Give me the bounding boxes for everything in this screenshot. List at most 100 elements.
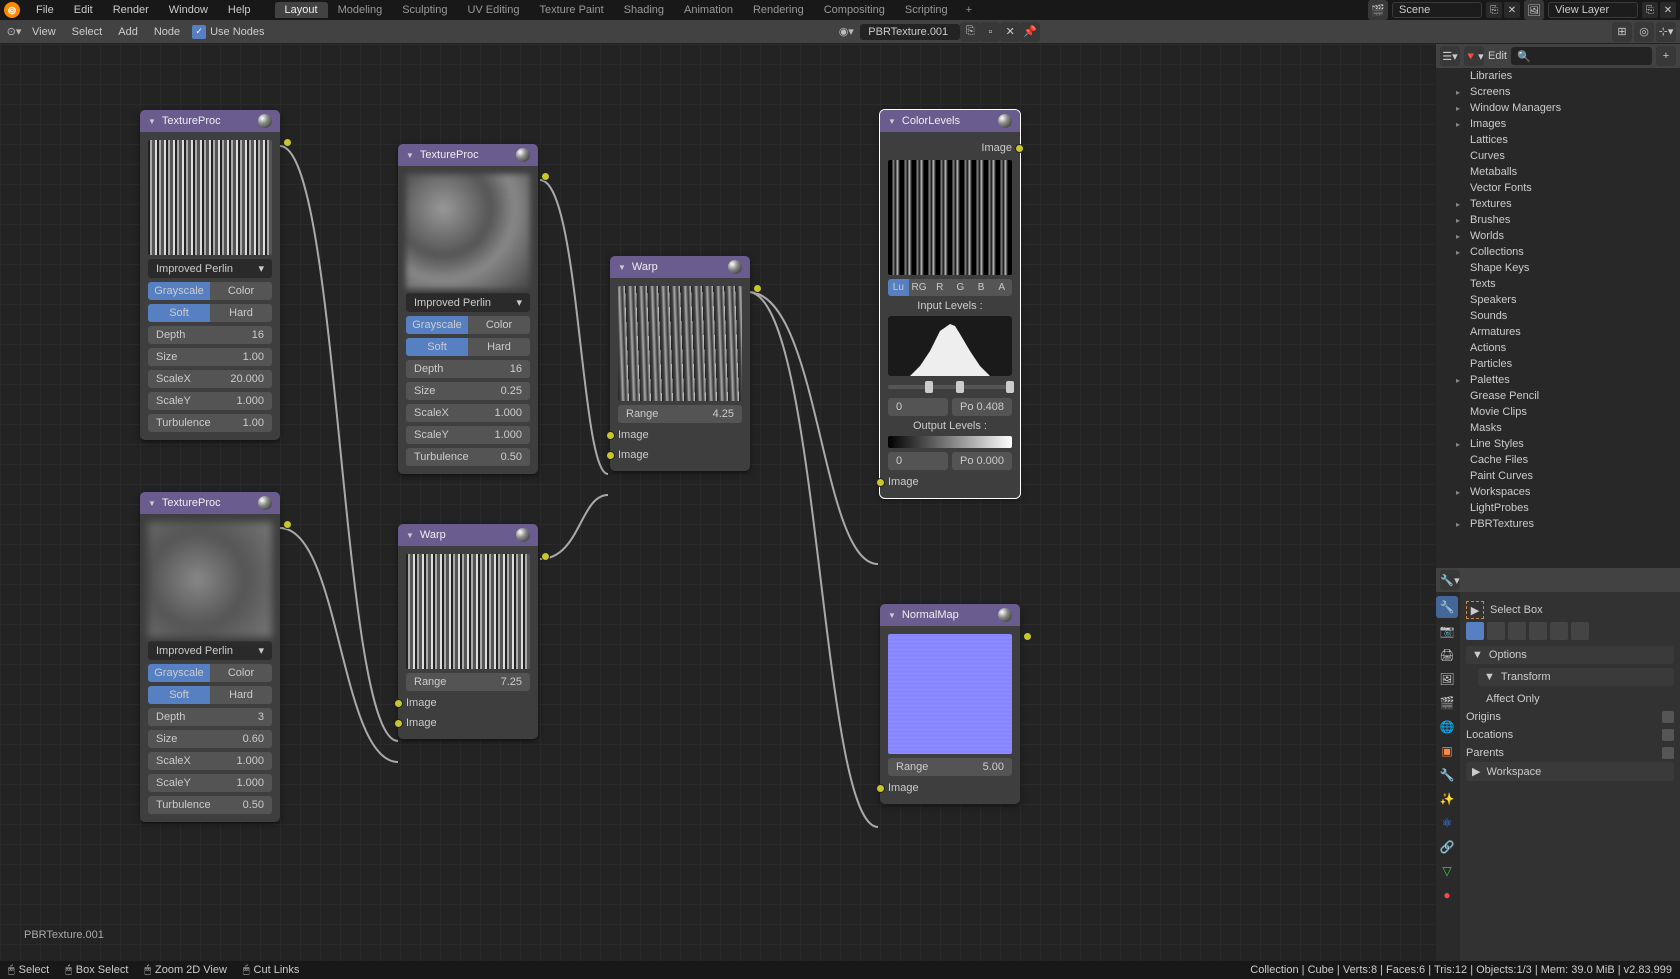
tab-compositing[interactable]: Compositing [814, 2, 895, 18]
menu-render[interactable]: Render [105, 2, 157, 18]
depth-field[interactable]: Depth3 [148, 708, 272, 726]
grayscale-color-toggle[interactable]: GrayscaleColor [148, 664, 272, 682]
tool-select-box-icon[interactable]: ▶ [1466, 601, 1484, 619]
scalex-field[interactable]: ScaleX1.000 [148, 752, 272, 770]
outliner-item[interactable]: ▸Workspaces [1436, 484, 1680, 500]
node-textureproc-2[interactable]: ▼TextureProc Improved Perlin▾ GrayscaleC… [398, 144, 538, 474]
parents-checkbox[interactable] [1662, 747, 1674, 759]
collapse-icon[interactable]: ▼ [406, 531, 414, 540]
material-browse-icon[interactable]: ◉▾ [836, 22, 856, 42]
tab-layout[interactable]: Layout [275, 2, 328, 18]
outliner-item[interactable]: Speakers [1436, 292, 1680, 308]
disclosure-icon[interactable]: ▸ [1456, 104, 1466, 113]
soft-hard-toggle[interactable]: SoftHard [406, 338, 530, 356]
outliner-item[interactable]: ▸Palettes [1436, 372, 1680, 388]
outliner-item[interactable]: Grease Pencil [1436, 388, 1680, 404]
collapse-icon[interactable]: ▼ [148, 117, 156, 126]
menu-help[interactable]: Help [220, 2, 259, 18]
preview-sphere-icon[interactable] [998, 608, 1012, 622]
menu-window[interactable]: Window [161, 2, 216, 18]
tab-scene-icon[interactable]: 🎬 [1436, 692, 1458, 714]
outliner-display-mode-icon[interactable]: ☰▾ [1440, 46, 1460, 66]
outliner-item[interactable]: LightProbes [1436, 500, 1680, 516]
scene-delete-button[interactable]: ✕ [1504, 2, 1520, 18]
soft-hard-toggle[interactable]: SoftHard [148, 304, 272, 322]
material-dup-button[interactable]: ▫ [980, 22, 1000, 42]
outliner-item[interactable]: ▸Collections [1436, 244, 1680, 260]
header-view[interactable]: View [24, 24, 64, 40]
transform-panel-header[interactable]: ▼Transform [1478, 668, 1674, 686]
tab-modifier-icon[interactable]: 🔧 [1436, 764, 1458, 786]
disclosure-icon[interactable]: ▸ [1456, 232, 1466, 241]
outliner-item[interactable]: Lattices [1436, 132, 1680, 148]
grayscale-color-toggle[interactable]: GrayscaleColor [148, 282, 272, 300]
range-field[interactable]: Range4.25 [618, 405, 742, 423]
tab-uv[interactable]: UV Editing [457, 2, 529, 18]
tab-render-icon[interactable]: 📷 [1436, 620, 1458, 642]
disclosure-icon[interactable]: ▸ [1456, 376, 1466, 385]
outliner-item[interactable]: Actions [1436, 340, 1680, 356]
node-normalmap[interactable]: ▼NormalMap Range5.00 Image [880, 604, 1020, 804]
outliner-item[interactable]: ▸Textures [1436, 196, 1680, 212]
outliner-item[interactable]: Libraries [1436, 68, 1680, 84]
overlay-icon[interactable]: ◎ [1634, 22, 1654, 42]
outliner-item[interactable]: Particles [1436, 356, 1680, 372]
options-panel-header[interactable]: ▼Options [1466, 646, 1674, 664]
outliner-item[interactable]: ▸Brushes [1436, 212, 1680, 228]
outliner-new-button[interactable]: + [1656, 46, 1676, 66]
size-field[interactable]: Size1.00 [148, 348, 272, 366]
scaley-field[interactable]: ScaleY1.000 [148, 392, 272, 410]
preview-sphere-icon[interactable] [258, 496, 272, 510]
tab-particles-icon[interactable]: ✨ [1436, 788, 1458, 810]
outliner-item[interactable]: ▸Screens [1436, 84, 1680, 100]
range-field[interactable]: Range5.00 [888, 758, 1012, 776]
outliner-filter-icon[interactable]: 🔻▾ [1464, 46, 1484, 66]
menu-edit[interactable]: Edit [66, 2, 101, 18]
outliner-item[interactable]: Movie Clips [1436, 404, 1680, 420]
scene-browse-icon[interactable]: 🎬 [1368, 0, 1388, 20]
material-name-field[interactable]: PBRTexture.001 [860, 24, 960, 40]
outliner-item[interactable]: ▸Images [1436, 116, 1680, 132]
disclosure-icon[interactable]: ▸ [1456, 520, 1466, 529]
turbulence-field[interactable]: Turbulence0.50 [148, 796, 272, 814]
turbulence-field[interactable]: Turbulence1.00 [148, 414, 272, 432]
scene-new-button[interactable]: ⎘ [1486, 2, 1502, 18]
collapse-icon[interactable]: ▼ [618, 263, 626, 272]
header-node[interactable]: Node [146, 24, 188, 40]
outliner-item[interactable]: Metaballs [1436, 164, 1680, 180]
range-field[interactable]: Range7.25 [406, 673, 530, 691]
tab-data-icon[interactable]: ▽ [1436, 860, 1458, 882]
tab-texpaint[interactable]: Texture Paint [529, 2, 613, 18]
depth-field[interactable]: Depth16 [406, 360, 530, 378]
menu-file[interactable]: File [28, 2, 62, 18]
size-field[interactable]: Size0.25 [406, 382, 530, 400]
preview-sphere-icon[interactable] [258, 114, 272, 128]
tab-animation[interactable]: Animation [674, 2, 743, 18]
tab-add[interactable]: + [958, 2, 980, 18]
preview-sphere-icon[interactable] [516, 148, 530, 162]
material-pin-button[interactable]: 📌 [1020, 22, 1040, 42]
material-unlink-button[interactable]: ✕ [1000, 22, 1020, 42]
workspace-panel-header[interactable]: ▶Workspace [1466, 762, 1674, 781]
header-select[interactable]: Select [64, 24, 111, 40]
preview-sphere-icon[interactable] [516, 528, 530, 542]
depth-field[interactable]: Depth16 [148, 326, 272, 344]
outliner-item[interactable]: Armatures [1436, 324, 1680, 340]
grayscale-color-toggle[interactable]: GrayscaleColor [406, 316, 530, 334]
disclosure-icon[interactable]: ▸ [1456, 200, 1466, 209]
tab-constraints-icon[interactable]: 🔗 [1436, 836, 1458, 858]
collapse-icon[interactable]: ▼ [888, 117, 896, 126]
tab-tool-icon[interactable]: 🔧 [1436, 596, 1458, 618]
outliner-item[interactable]: Texts [1436, 276, 1680, 292]
node-warp-1[interactable]: ▼Warp Range7.25 Image Image [398, 524, 538, 739]
output-gradient[interactable] [888, 436, 1012, 448]
tab-modeling[interactable]: Modeling [328, 2, 393, 18]
outliner-item[interactable]: Masks [1436, 420, 1680, 436]
origins-checkbox[interactable] [1662, 711, 1674, 723]
size-field[interactable]: Size0.60 [148, 730, 272, 748]
viewlayer-delete-button[interactable]: ✕ [1660, 2, 1676, 18]
scaley-field[interactable]: ScaleY1.000 [406, 426, 530, 444]
node-colorlevels[interactable]: ▼ColorLevels Image LuRGRGBA Input Levels… [880, 110, 1020, 498]
disclosure-icon[interactable]: ▸ [1456, 440, 1466, 449]
header-add[interactable]: Add [110, 24, 146, 40]
